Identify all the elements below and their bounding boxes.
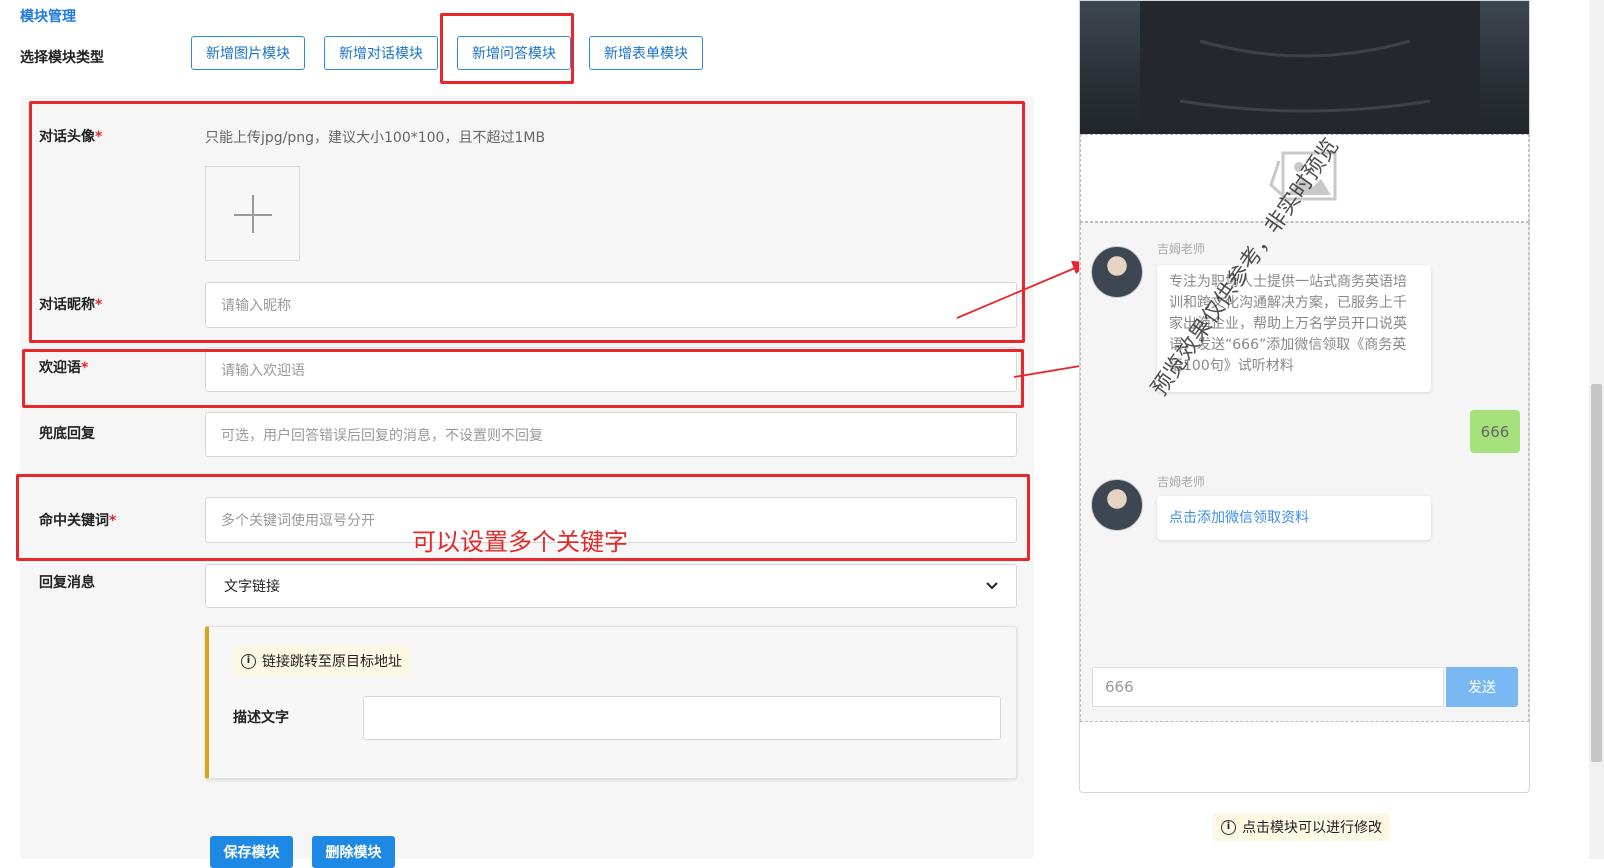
user-reply-bubble: 666 [1470,410,1520,453]
suit-silhouette [1140,1,1480,134]
edit-tip: i 点击模块可以进行修改 [1213,813,1390,841]
info-icon: i [1221,819,1236,835]
chat-input[interactable]: 666 [1092,667,1444,707]
sender-name: 吉姆老师 [1157,242,1206,256]
avatar [1091,479,1143,531]
send-button[interactable]: 发送 [1446,667,1518,707]
preview-panel[interactable]: 吉姆老师 专注为职场人士提供一站式商务英语培训和跨文化沟通解决方案，已服务上千家… [1079,0,1530,793]
reply-link-bubble[interactable]: 点击添加微信领取资料 [1157,496,1431,540]
avatar [1091,246,1143,298]
reply-sender-name: 吉姆老师 [1157,475,1206,489]
chat-preview-area: 吉姆老师 专注为职场人士提供一站式商务英语培训和跨文化沟通解决方案，已服务上千家… [1080,222,1529,722]
preview-banner-image [1080,1,1529,134]
page-scrollbar-thumb[interactable] [1591,384,1602,762]
